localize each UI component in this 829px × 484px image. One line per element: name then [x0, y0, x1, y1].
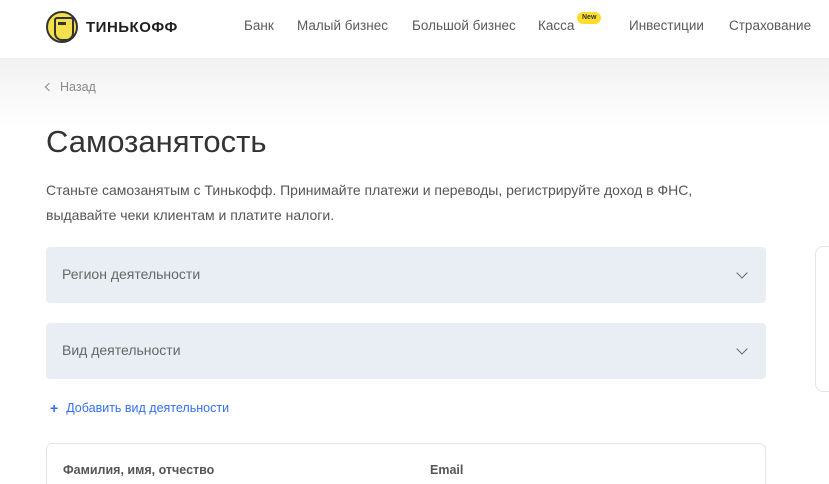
- chevron-down-icon: [736, 267, 748, 279]
- description-line-1: Станьте самозанятым с Тинькофф. Принимай…: [46, 182, 693, 198]
- region-select-placeholder: Регион деятельности: [62, 266, 201, 282]
- add-activity-link[interactable]: + Добавить вид деятельности: [50, 400, 229, 416]
- activity-select[interactable]: Вид деятельности: [46, 323, 766, 379]
- new-badge: New: [577, 12, 602, 24]
- back-label: Назад: [60, 80, 96, 94]
- fio-field-label: Фамилия, имя, отчество: [63, 463, 215, 477]
- personal-info-form: Фамилия, имя, отчество Email: [46, 443, 766, 484]
- back-link[interactable]: Назад: [44, 80, 96, 94]
- chevron-left-icon: [44, 82, 54, 92]
- nav-item-investments[interactable]: Инвестиции: [629, 18, 704, 33]
- email-field-label: Email: [430, 463, 464, 477]
- page-description: Станьте самозанятым с Тинькофф. Принимай…: [46, 178, 786, 228]
- main-content: Назад Самозанятость Станьте самозанятым …: [0, 58, 829, 484]
- nav-item-kassa[interactable]: Касса: [538, 18, 574, 33]
- nav-item-insurance[interactable]: Страхование: [729, 18, 811, 33]
- plus-icon: +: [50, 400, 59, 416]
- main-nav: Банк Малый бизнес Большой бизнес Касса N…: [0, 12, 829, 36]
- nav-item-bank[interactable]: Банк: [244, 18, 274, 33]
- region-select[interactable]: Регион деятельности: [46, 247, 766, 303]
- page-title: Самозанятость: [46, 124, 267, 159]
- add-activity-label: Добавить вид деятельности: [66, 401, 230, 415]
- nav-item-small-business[interactable]: Малый бизнес: [297, 18, 388, 33]
- chevron-down-icon: [736, 343, 748, 355]
- activity-select-placeholder: Вид деятельности: [62, 342, 181, 358]
- top-header: ТИНЬКОФФ Банк Малый бизнес Большой бизне…: [0, 0, 829, 58]
- side-panel: [815, 246, 829, 392]
- nav-item-big-business[interactable]: Большой бизнес: [412, 18, 516, 33]
- description-line-2: выдавайте чеки клиентам и платите налоги…: [46, 207, 335, 223]
